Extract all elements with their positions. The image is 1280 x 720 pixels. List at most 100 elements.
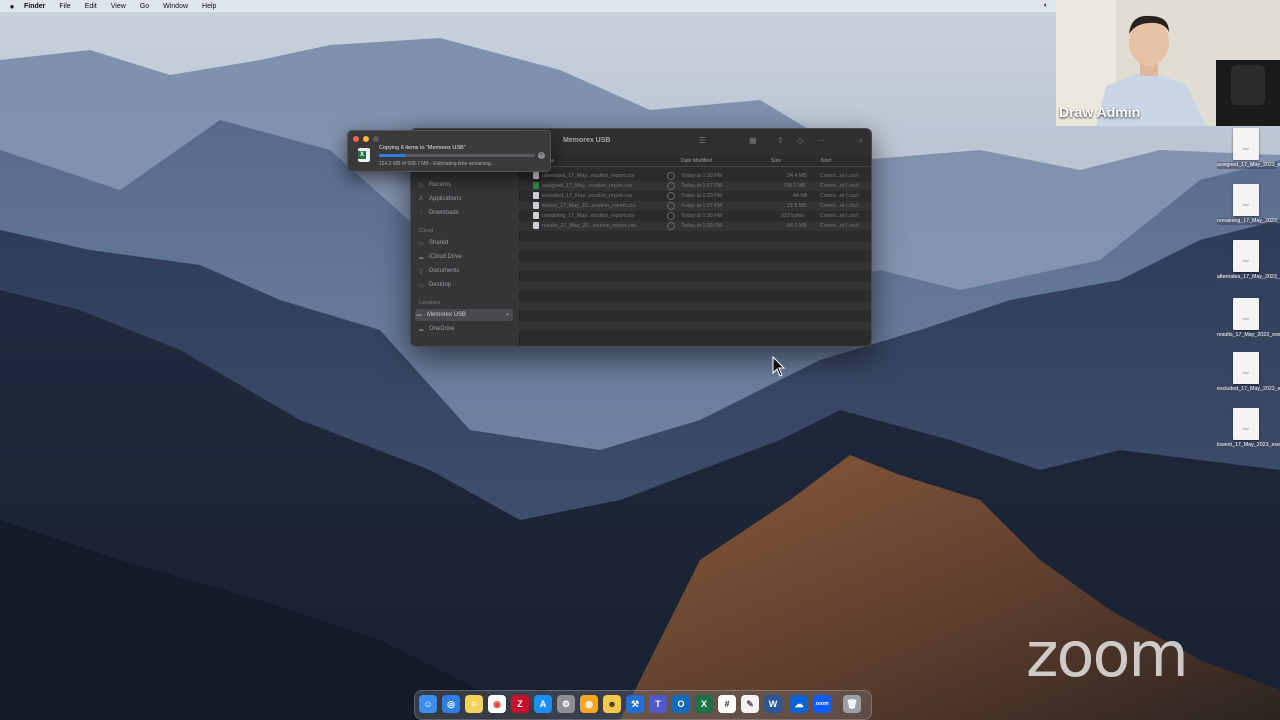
csv-file-icon: csv <box>1233 128 1259 160</box>
app-store-icon[interactable]: A <box>534 695 552 713</box>
apple-menu-icon[interactable]: ● <box>0 2 24 11</box>
desktop-file-label: remaining_17_May_2023_e...port.csv <box>1217 218 1280 225</box>
file-row[interactable]: lowest_17_May_20...ecution_report.csv To… <box>519 201 871 211</box>
clock-icon: ◷ <box>418 182 424 189</box>
sidebar-item-desktop[interactable]: ▭ Desktop <box>417 279 513 291</box>
empty-row <box>519 251 871 261</box>
copy-status: 154.2 MB of 928.7 MB - Estimating time r… <box>379 161 495 167</box>
grid-view-icon[interactable]: ▦ <box>749 136 757 145</box>
column-kind[interactable]: Kind <box>821 158 831 164</box>
eject-progress-icon[interactable]: ◔ <box>505 312 509 319</box>
sidebar-item-label: OneDrive <box>429 326 455 332</box>
file-row[interactable]: excluded_17_May...ecution_report.csv Tod… <box>519 191 871 201</box>
zoom-watermark-logo: zoom <box>1026 618 1189 691</box>
zoom-window-icon[interactable] <box>373 136 379 142</box>
empty-row <box>519 311 871 321</box>
zoom-icon[interactable]: zoom <box>813 695 831 713</box>
sidebar-item-label: Desktop <box>429 282 452 288</box>
menu-finder[interactable]: Finder <box>24 3 45 10</box>
sidebar-item-label: Documents <box>429 268 460 274</box>
desktop-file[interactable]: csv excluded_17_May_2023_ex...port.csv <box>1216 352 1280 402</box>
file-kind: Comm...et (.csv) <box>820 213 859 219</box>
excel-icon[interactable]: X <box>695 695 713 713</box>
control-center-icon[interactable]: ◐ <box>1044 2 1048 9</box>
file-size: 44 KB <box>793 193 808 199</box>
close-window-icon[interactable] <box>353 136 359 142</box>
desktop-file[interactable]: csv remaining_17_May_2023_e...port.csv <box>1216 184 1280 234</box>
more-actions-icon[interactable]: ⋯ <box>817 136 825 145</box>
empty-row <box>519 331 871 341</box>
menu-window[interactable]: Window <box>163 3 188 10</box>
podcasts-icon[interactable]: ◍ <box>580 695 598 713</box>
column-size[interactable]: Size <box>771 158 781 164</box>
csv-file-icon: csv <box>1233 184 1259 216</box>
file-row[interactable]: assigned_17_May...ecution_report.csv Tod… <box>519 181 871 191</box>
sidebar-item-onedrive[interactable]: ☁ OneDrive <box>417 323 513 335</box>
sidebar-item-recents[interactable]: ◷ Recents <box>417 179 513 191</box>
finder-toolbar: ‹ › Memorex USB ☰ ▦ ⇪ ◇ ⋯ ⌕ <box>519 129 871 155</box>
file-icon <box>533 212 539 219</box>
onedrive-icon[interactable]: ☁ <box>790 695 808 713</box>
menu-go[interactable]: Go <box>140 3 149 10</box>
desktop-file[interactable]: csv alternates_17_May_2023_e...port.csv <box>1216 240 1280 290</box>
desktop-icon: ▭ <box>418 282 424 289</box>
sidebar-item-shared[interactable]: ▭ Shared <box>417 237 513 249</box>
word-icon[interactable]: W <box>764 695 782 713</box>
file-row[interactable]: results_17_May_20...ecution_report.csv T… <box>519 221 871 231</box>
sidebar-item-icloud-drive[interactable]: ☁ iCloud Drive <box>417 251 513 263</box>
pending-clock-icon <box>667 192 675 200</box>
notes-icon[interactable]: ≡ <box>465 695 483 713</box>
file-date: Today at 1:30 PM <box>681 213 723 219</box>
csv-file-icon: csv <box>1233 408 1259 440</box>
tag-icon[interactable]: ◇ <box>797 136 803 145</box>
textedit-icon[interactable]: ✎ <box>741 695 759 713</box>
sidebar-item-documents[interactable]: ▯ Documents <box>417 265 513 277</box>
file-size: 34.4 MB <box>787 173 807 179</box>
file-size: 84.3 MB <box>787 223 807 229</box>
desktop-file-label: lowest_17_May_2023_exec...port.csv <box>1217 442 1280 449</box>
safari-icon[interactable]: ◎ <box>442 695 460 713</box>
empty-row <box>519 281 871 291</box>
share-icon[interactable]: ⇪ <box>777 136 784 145</box>
filezilla-icon[interactable]: Z <box>511 695 529 713</box>
menu-edit[interactable]: Edit <box>85 3 97 10</box>
menu-help[interactable]: Help <box>202 3 216 10</box>
sidebar-item-downloads[interactable]: ↓ Downloads <box>417 207 513 219</box>
desktop-file[interactable]: csv results_17_May_2023_exec...port.csv <box>1216 298 1280 348</box>
minimize-window-icon[interactable] <box>363 136 369 142</box>
column-date-modified[interactable]: Date Modified <box>681 158 712 164</box>
file-name: lowest_17_May_20...ecution_report.csv <box>542 203 636 209</box>
csv-file-icon: csv <box>1233 352 1259 384</box>
copy-progress-bar <box>379 154 535 157</box>
file-row[interactable]: alternates_17_May...ecution_report.csv T… <box>519 171 871 181</box>
document-icon: ▯ <box>419 268 423 275</box>
sidebar-item-label: Applications <box>429 196 462 202</box>
teams-icon[interactable]: T <box>649 695 667 713</box>
sidebar-item-memorex-usb[interactable]: ▬ Memorex USB ◔ <box>415 309 513 321</box>
menu-view[interactable]: View <box>111 3 126 10</box>
file-name: alternates_17_May...ecution_report.csv <box>542 173 635 179</box>
file-kind: Comm...et (.csv) <box>820 183 859 189</box>
column-header: Name Date Modified Size Kind <box>519 155 871 167</box>
sidebar-section-icloud: iCloud <box>419 228 434 234</box>
sidebar-item-label: Downloads <box>429 210 459 216</box>
menu-file[interactable]: File <box>59 3 70 10</box>
empty-row <box>519 241 871 251</box>
pending-clock-icon <box>667 202 675 210</box>
desktop-file[interactable]: csv assigned_17_May_2023_e...port.csv <box>1216 128 1280 178</box>
list-view-icon[interactable]: ☰ <box>699 136 706 145</box>
outlook-icon[interactable]: O <box>672 695 690 713</box>
settings-icon[interactable]: ⚙ <box>557 695 575 713</box>
search-icon[interactable]: ⌕ <box>859 136 863 146</box>
sticky-icon[interactable]: ☻ <box>603 695 621 713</box>
sidebar-item-label: Memorex USB <box>427 312 467 318</box>
chrome-icon[interactable]: ◉ <box>488 695 506 713</box>
cancel-copy-button[interactable]: × <box>538 152 545 159</box>
sidebar-item-applications[interactable]: A Applications <box>417 193 513 205</box>
trash-icon[interactable]: 🗑 <box>843 695 861 713</box>
file-row[interactable]: remaining_17_May...ecution_report.csv To… <box>519 211 871 221</box>
finder-icon[interactable]: ☺ <box>419 695 437 713</box>
slack-icon[interactable]: # <box>718 695 736 713</box>
desktop-file[interactable]: csv lowest_17_May_2023_exec...port.csv <box>1216 408 1280 458</box>
xcode-icon[interactable]: ⚒ <box>626 695 644 713</box>
